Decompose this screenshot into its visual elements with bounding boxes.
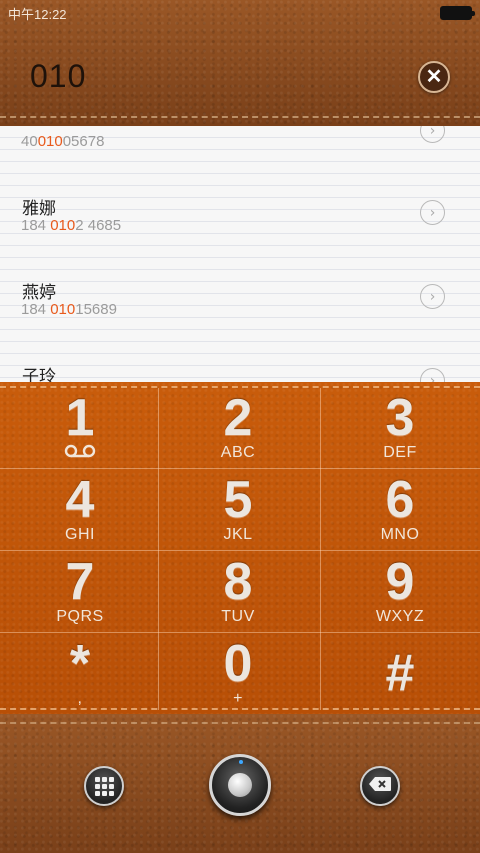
battery-icon [440,6,475,20]
list-item[interactable]: 4001005678 › [0,126,480,150]
chevron-right-icon[interactable]: › [420,368,445,382]
key-7[interactable]: 7 PQRS [0,550,160,632]
contact-name: 燕婷 [22,283,56,302]
key-6[interactable]: 6 MNO [320,468,480,550]
chevron-right-icon[interactable]: › [420,200,445,225]
header: 中午12:22 010 ✕ [0,0,480,126]
key-star[interactable]: * , [0,632,160,714]
contact-name: 子玲 [22,367,56,382]
clear-button[interactable]: ✕ [418,61,450,93]
list-item[interactable]: 子玲 › [0,358,480,382]
contact-number: 4001005678 [21,133,105,150]
key-8[interactable]: 8 TUV [158,550,318,632]
chevron-right-icon[interactable]: › [420,284,445,309]
list-item[interactable]: 燕婷 184 01015689 › [0,274,480,358]
key-1[interactable]: 1 [0,386,160,468]
close-icon: ✕ [425,66,443,88]
dialed-number-display[interactable]: 010 [30,58,86,95]
dial-knob-center [228,773,252,797]
dial-knob-icon [239,760,243,764]
backspace-button[interactable] [360,766,400,806]
keypad-grid-icon [94,776,114,796]
chevron-right-icon[interactable]: › [420,126,445,143]
status-bar: 中午12:22 [0,0,480,26]
voicemail-icon [64,444,96,463]
keypad-toggle-button[interactable] [84,766,124,806]
key-4[interactable]: 4 GHI [0,468,160,550]
contact-name: 雅娜 [22,199,56,218]
backspace-icon [368,776,392,797]
dial-keypad: 1 2 ABC 3 DEF 4 GHI 5 JKL 6 MNO 7 PQRS 8… [0,382,480,714]
key-5[interactable]: 5 JKL [158,468,318,550]
call-button[interactable] [209,754,271,816]
status-time: 中午12:22 [8,6,67,22]
key-2[interactable]: 2 ABC [158,386,318,468]
contact-number: 184 01015689 [21,301,117,318]
list-item[interactable]: 雅娜 184 0102 4685 › [0,190,480,274]
key-hash[interactable]: # [320,632,480,714]
contact-number: 184 0102 4685 [21,217,122,234]
key-0[interactable]: 0 + [158,632,318,714]
key-3[interactable]: 3 DEF [320,386,480,468]
key-9[interactable]: 9 WXYZ [320,550,480,632]
contact-results-list[interactable]: 4001005678 › 雅娜 184 0102 4685 › 燕婷 184 0… [0,126,480,382]
